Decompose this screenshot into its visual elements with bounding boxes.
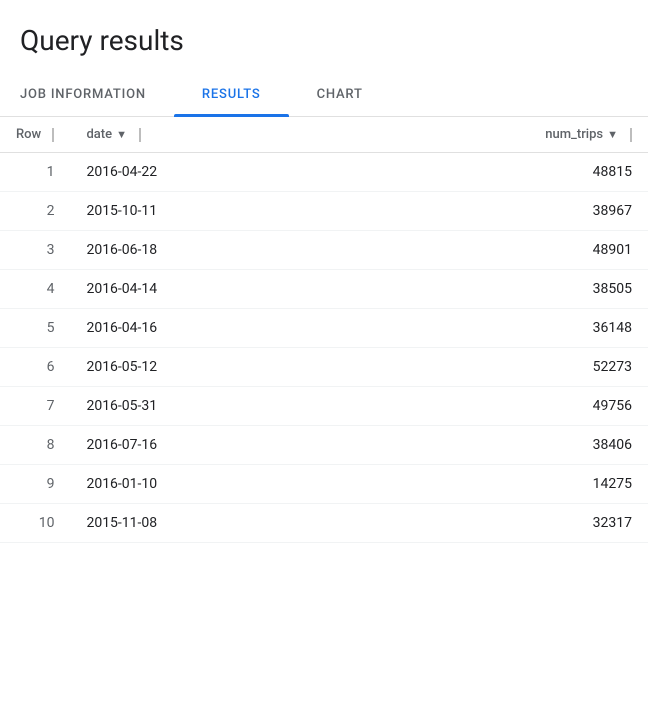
table-row: 102015-11-0832317	[0, 504, 648, 543]
results-table: Row date ▼ num_trips ▼	[0, 117, 648, 543]
cell-num-trips: 38967	[359, 192, 648, 231]
table-row: 12016-04-2248815	[0, 153, 648, 192]
cell-date: 2016-04-16	[70, 309, 359, 348]
cell-date: 2016-07-16	[70, 426, 359, 465]
cell-date: 2016-05-31	[70, 387, 359, 426]
cell-date: 2015-10-11	[70, 192, 359, 231]
sort-icon-date: ▼	[116, 128, 127, 141]
cell-row-number: 3	[0, 231, 70, 270]
col-header-num-trips[interactable]: num_trips ▼	[359, 117, 648, 153]
sort-icon-num-trips: ▼	[607, 128, 618, 141]
table-row: 32016-06-1848901	[0, 231, 648, 270]
table-body: 12016-04-224881522015-10-113896732016-06…	[0, 153, 648, 543]
cell-row-number: 2	[0, 192, 70, 231]
tab-job-information[interactable]: JOB INFORMATION	[0, 73, 174, 116]
cell-date: 2016-01-10	[70, 465, 359, 504]
cell-date: 2016-04-14	[70, 270, 359, 309]
table-row: 42016-04-1438505	[0, 270, 648, 309]
cell-row-number: 8	[0, 426, 70, 465]
results-table-wrapper: Row date ▼ num_trips ▼	[0, 117, 648, 543]
tab-results[interactable]: RESULTS	[174, 73, 289, 116]
cell-row-number: 9	[0, 465, 70, 504]
cell-num-trips: 48901	[359, 231, 648, 270]
cell-row-number: 5	[0, 309, 70, 348]
resize-handle-row[interactable]	[52, 128, 54, 142]
cell-row-number: 4	[0, 270, 70, 309]
page-title: Query results	[0, 0, 648, 73]
cell-num-trips: 14275	[359, 465, 648, 504]
cell-row-number: 7	[0, 387, 70, 426]
cell-date: 2015-11-08	[70, 504, 359, 543]
cell-date: 2016-04-22	[70, 153, 359, 192]
cell-row-number: 10	[0, 504, 70, 543]
cell-num-trips: 52273	[359, 348, 648, 387]
table-row: 22015-10-1138967	[0, 192, 648, 231]
table-row: 82016-07-1638406	[0, 426, 648, 465]
table-row: 92016-01-1014275	[0, 465, 648, 504]
cell-date: 2016-06-18	[70, 231, 359, 270]
cell-num-trips: 36148	[359, 309, 648, 348]
cell-num-trips: 32317	[359, 504, 648, 543]
tabs-bar: JOB INFORMATION RESULTS CHART	[0, 73, 648, 117]
cell-num-trips: 38406	[359, 426, 648, 465]
table-header-row: Row date ▼ num_trips ▼	[0, 117, 648, 153]
table-row: 72016-05-3149756	[0, 387, 648, 426]
cell-row-number: 1	[0, 153, 70, 192]
col-header-row: Row	[0, 117, 70, 153]
table-row: 52016-04-1636148	[0, 309, 648, 348]
tab-chart[interactable]: CHART	[289, 73, 391, 116]
table-row: 62016-05-1252273	[0, 348, 648, 387]
cell-num-trips: 49756	[359, 387, 648, 426]
resize-handle-date[interactable]	[139, 128, 141, 142]
cell-num-trips: 38505	[359, 270, 648, 309]
col-header-date[interactable]: date ▼	[70, 117, 359, 153]
cell-row-number: 6	[0, 348, 70, 387]
cell-num-trips: 48815	[359, 153, 648, 192]
cell-date: 2016-05-12	[70, 348, 359, 387]
resize-handle-num-trips[interactable]	[630, 128, 632, 142]
